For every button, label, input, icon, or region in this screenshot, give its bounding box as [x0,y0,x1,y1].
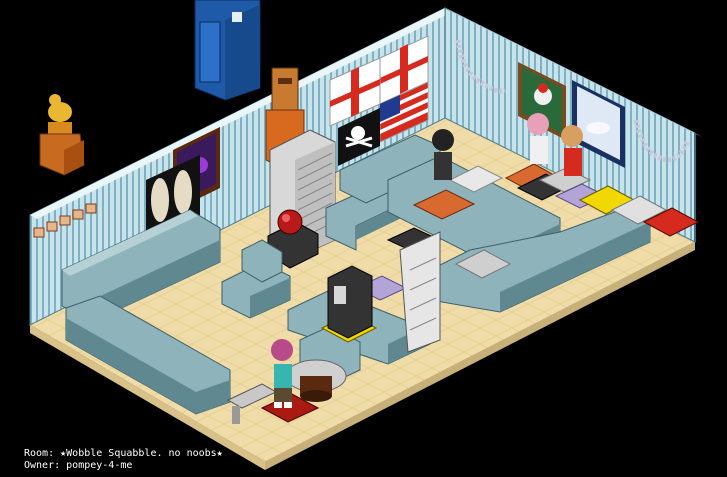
arcade-machine[interactable] [327,265,373,339]
duck-trophy[interactable] [39,94,85,176]
room-owner: pompey-4-me [66,460,133,471]
room-name-label: Room: [24,448,55,459]
room-info-panel: Room: ★Wobble Squabble. no noobs★ Owner:… [24,448,223,472]
avatar-red-shirt[interactable] [561,125,583,176]
room-scene[interactable] [0,0,727,477]
portable-toilet[interactable] [194,0,261,101]
room-name-line: Room: ★Wobble Squabble. no noobs★ [24,448,223,460]
avatar-white-coat[interactable] [527,113,549,164]
avatar-pink-hair[interactable] [271,339,293,408]
room-owner-line: Owner: pompey-4-me [24,460,223,472]
avatar-black-hair[interactable] [432,129,454,180]
room-owner-label: Owner: [24,460,61,471]
room-name: ★Wobble Squabble. no noobs★ [60,448,223,459]
